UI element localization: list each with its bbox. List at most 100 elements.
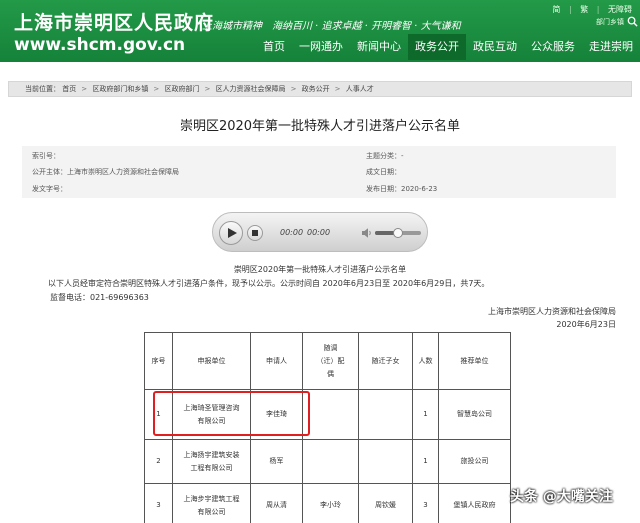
header-spouse-line3: 偶 bbox=[327, 369, 334, 378]
cell-spouse: 李小玲 bbox=[302, 483, 359, 523]
meta-category: 主题分类：- bbox=[366, 151, 404, 161]
total-time: 00:00 bbox=[307, 228, 331, 237]
cell-count: 3 bbox=[412, 483, 439, 523]
header-count: 人数 bbox=[412, 332, 439, 390]
cell-spouse bbox=[302, 389, 359, 440]
divider: | bbox=[596, 5, 600, 14]
crumb-separator: > bbox=[290, 85, 297, 93]
accessibility-link[interactable]: 无障碍 bbox=[608, 5, 632, 14]
highlight-box bbox=[153, 391, 310, 436]
nav-interaction[interactable]: 政民互动 bbox=[466, 34, 524, 60]
nav-about[interactable]: 走进崇明 bbox=[582, 34, 640, 60]
crumb-separator: > bbox=[334, 85, 341, 93]
header-unit: 申报单位 bbox=[172, 332, 251, 390]
divider: | bbox=[568, 5, 572, 14]
publisher-label: 公开主体： bbox=[32, 168, 67, 176]
doc-number-label: 发文字号： bbox=[32, 185, 67, 193]
cell-recommender: 堡镇人民政府 bbox=[438, 483, 511, 523]
cell-no: 2 bbox=[144, 439, 173, 484]
created-label: 成文日期： bbox=[366, 168, 401, 176]
meta-index: 索引号： bbox=[32, 151, 60, 161]
crumb-home[interactable]: 首页 bbox=[62, 85, 76, 93]
site-url[interactable]: www.shcm.gov.cn bbox=[14, 35, 185, 55]
header-spouse-line2: （迁）配 bbox=[316, 356, 345, 365]
header-no: 序号 bbox=[144, 332, 173, 390]
published-label: 发布日期： bbox=[366, 185, 401, 193]
signing-organization: 上海市崇明区人力资源和社会保障局 bbox=[488, 307, 616, 316]
cell-unit-line1: 上海步宇建筑工程 bbox=[183, 494, 240, 503]
cell-applicant: 周从清 bbox=[250, 483, 303, 523]
play-button[interactable] bbox=[219, 221, 243, 245]
table-header-row: 序号 申报单位 申请人 随调 （迁）配 偶 随迁子女 人数 推荐单位 bbox=[144, 332, 511, 390]
nav-news[interactable]: 新闻中心 bbox=[350, 34, 408, 60]
category-label: 主题分类： bbox=[366, 152, 401, 160]
crumb-separator: > bbox=[81, 85, 88, 93]
notice-body: 以下人员经审定符合崇明区特殊人才引进落户条件，现予以公示。公示时间自 2020年… bbox=[48, 279, 490, 288]
simplified-link[interactable]: 简 bbox=[552, 5, 560, 14]
cell-count: 1 bbox=[412, 389, 439, 440]
breadcrumb-prefix: 当前位置： bbox=[25, 85, 60, 93]
volume-slider[interactable] bbox=[375, 228, 421, 238]
signing-date: 2020年6月23日 bbox=[556, 320, 616, 329]
document-meta: 索引号： 公开主体：上海市崇明区人力资源和社会保障局 发文字号： 主题分类：- … bbox=[22, 146, 616, 198]
search-icon[interactable] bbox=[627, 16, 638, 27]
site-name[interactable]: 上海市崇明区人民政府 bbox=[14, 8, 214, 35]
cell-unit: 上海步宇建筑工程 有限公司 bbox=[172, 483, 251, 523]
nav-home[interactable]: 首页 bbox=[256, 34, 292, 60]
cell-unit-line1: 上海扬宇建筑安装 bbox=[183, 450, 240, 459]
cell-unit: 上海扬宇建筑安装 工程有限公司 bbox=[172, 439, 251, 484]
town-link[interactable]: 部门乡镇 bbox=[596, 17, 624, 27]
cell-count: 1 bbox=[412, 439, 439, 484]
breadcrumb: 当前位置： 首页 > 区政府部门和乡镇 > 区政府部门 > 区人力资源社会保障局 > 政… bbox=[8, 81, 632, 97]
published-value: 2020-6-23 bbox=[401, 185, 438, 193]
cell-child: 周钦媛 bbox=[358, 483, 413, 523]
crumb-separator: > bbox=[153, 85, 160, 93]
meta-published: 发布日期：2020-6-23 bbox=[366, 184, 437, 194]
header-applicant: 申请人 bbox=[250, 332, 303, 390]
city-slogan: 上海城市精神 海纳百川 · 追求卓越 · 开明睿智 · 大气谦和 bbox=[202, 21, 461, 32]
crumb-departments[interactable]: 区政府部门和乡镇 bbox=[92, 85, 148, 93]
cell-recommender: 智慧岛公司 bbox=[438, 389, 511, 440]
traditional-link[interactable]: 繁 bbox=[580, 5, 588, 14]
crumb-personnel[interactable]: 人事人才 bbox=[346, 85, 374, 93]
cell-child bbox=[358, 439, 413, 484]
crumb-gov-departments[interactable]: 区政府部门 bbox=[164, 85, 199, 93]
volume-knob[interactable] bbox=[393, 228, 403, 238]
meta-created: 成文日期： bbox=[366, 167, 401, 177]
index-label: 索引号： bbox=[32, 152, 60, 160]
watermark: 头条 @大嘴关注 bbox=[510, 489, 613, 505]
crumb-gov-affairs[interactable]: 政务公开 bbox=[302, 85, 330, 93]
current-time: 00:00 bbox=[280, 228, 304, 237]
volume-icon[interactable] bbox=[361, 227, 373, 239]
main-nav: 首页 一网通办 新闻中心 政务公开 政民互动 公众服务 走进崇明 bbox=[256, 34, 640, 60]
cell-unit-line2: 有限公司 bbox=[197, 507, 226, 516]
category-value: - bbox=[401, 152, 404, 160]
nav-public-service[interactable]: 公众服务 bbox=[524, 34, 582, 60]
cell-recommender: 旅投公司 bbox=[438, 439, 511, 484]
audio-player: 00:00 00:00 bbox=[212, 212, 428, 252]
crumb-hr-bureau[interactable]: 区人力资源社会保障局 bbox=[216, 85, 286, 93]
header-recommender: 推荐单位 bbox=[438, 332, 511, 390]
site-header: 上海市崇明区人民政府 www.shcm.gov.cn 上海城市精神 海纳百川 ·… bbox=[0, 0, 640, 62]
header-spouse: 随调 （迁）配 偶 bbox=[302, 332, 359, 390]
language-bar: 简 | 繁 | 无障碍 bbox=[546, 4, 632, 15]
cell-spouse bbox=[302, 439, 359, 484]
cell-child bbox=[358, 389, 413, 440]
stop-button[interactable] bbox=[247, 225, 263, 241]
table-row: 2 上海扬宇建筑安装 工程有限公司 杨军 1 旅投公司 bbox=[144, 439, 511, 484]
meta-publisher: 公开主体：上海市崇明区人力资源和社会保障局 bbox=[32, 167, 179, 177]
hotline: 监督电话：021-69696363 bbox=[50, 293, 149, 302]
cell-no: 3 bbox=[144, 483, 173, 523]
cell-applicant: 杨军 bbox=[250, 439, 303, 484]
notice-title: 崇明区2020年第一批特殊人才引进落户公示名单 bbox=[233, 265, 407, 274]
nav-one-stop[interactable]: 一网通办 bbox=[292, 34, 350, 60]
header-child: 随迁子女 bbox=[358, 332, 413, 390]
header-spouse-line1: 随调 bbox=[323, 343, 338, 352]
crumb-separator: > bbox=[204, 85, 211, 93]
publisher-value: 上海市崇明区人力资源和社会保障局 bbox=[67, 168, 179, 176]
cell-unit-line2: 工程有限公司 bbox=[190, 463, 233, 472]
table-row: 3 上海步宇建筑工程 有限公司 周从清 李小玲 周钦媛 3 堡镇人民政府 bbox=[144, 483, 511, 523]
meta-doc-number: 发文字号： bbox=[32, 184, 67, 194]
nav-gov-affairs[interactable]: 政务公开 bbox=[408, 34, 466, 60]
page-title: 崇明区2020年第一批特殊人才引进落户公示名单 bbox=[179, 119, 461, 134]
